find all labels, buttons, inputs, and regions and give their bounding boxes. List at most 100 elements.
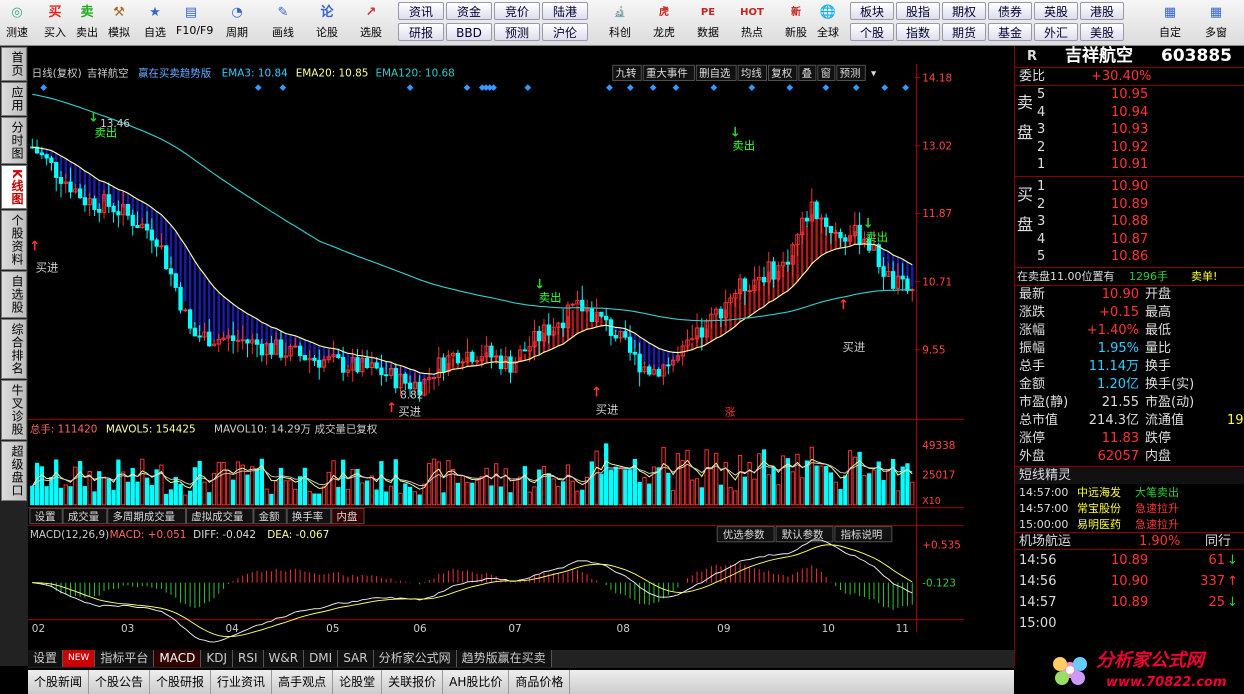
toolbar-grid-button[interactable]: 股指 [896, 2, 940, 20]
toolbar-grid-button[interactable]: 港股 [1080, 2, 1124, 20]
toolbar-grid-button[interactable]: 资讯 [398, 2, 444, 20]
toolbar-mid-button[interactable]: HOT 热点 [732, 2, 772, 44]
buy-icon: 买 [48, 5, 62, 20]
left-tab[interactable]: 分时图 [1, 117, 27, 164]
toolbar-grid-button[interactable]: 美股 [1080, 23, 1124, 41]
toolbar-discuss-button[interactable]: 论论股 [312, 2, 342, 44]
left-tab[interactable]: 自选股 [1, 271, 27, 319]
toolbar-star-button[interactable]: ★ 自选 [140, 2, 170, 44]
news-tab[interactable]: 高手观点 [272, 670, 334, 694]
toolbar-mid-button[interactable]: 🔬 科创 [600, 2, 640, 44]
toolbar-grid-button[interactable]: 期货 [942, 23, 986, 41]
volume-bar [54, 459, 59, 506]
indicator-tab[interactable]: DMI [304, 650, 339, 667]
indicator-tab[interactable]: 指标平台 [95, 650, 155, 667]
toolbar-right-button[interactable]: ▦ 多窗 [1196, 2, 1236, 44]
news-tab[interactable]: 商品价格 [509, 670, 571, 694]
left-tab[interactable]: 应用 [1, 82, 27, 116]
toolbar-pencil-button[interactable]: ✎ 画线 [268, 2, 298, 44]
toolbar-right-button[interactable]: 🌐 全球 [808, 2, 848, 44]
volume-indicator-tab-label: 金额 [259, 510, 280, 523]
stat-label-2: 开盘 [1145, 287, 1172, 302]
indicator-tab[interactable]: 设置 [28, 650, 64, 667]
toolbar-grid-button[interactable]: 债券 [988, 2, 1032, 20]
indicator-tab[interactable]: KDJ [201, 650, 233, 667]
stat-value: 214.3亿 [1088, 413, 1139, 428]
toolbar-grid-button[interactable]: 基金 [988, 23, 1032, 41]
indicator-tab[interactable]: 分析家公式网 [373, 650, 457, 667]
toolbar-right-button[interactable]: ▦ 自定 [1150, 2, 1190, 44]
toolbar-grid-button[interactable]: 英股 [1034, 2, 1078, 20]
left-tab[interactable]: 首页 [1, 47, 27, 81]
indicator-tab[interactable]: SAR [338, 650, 374, 667]
toolbar-grid-button[interactable]: 个股 [850, 23, 894, 41]
volume-bar [82, 486, 88, 506]
toolbar-label: 自选 [144, 26, 166, 39]
left-tab[interactable]: 综合排名 [1, 319, 27, 380]
volume-bar [580, 489, 585, 506]
candle-body [785, 261, 791, 265]
toolbar-mid-button[interactable]: PE 数据 [688, 2, 728, 44]
toolbar-hammer-button[interactable]: ⚒ 模拟 [104, 2, 134, 44]
toolbar-grid-button[interactable]: 陆港 [542, 2, 588, 20]
news-tab[interactable]: 关联报价 [382, 670, 444, 694]
bid-price: 10.89 [1111, 196, 1149, 212]
toolbar-grid-button[interactable]: 外汇 [1034, 23, 1078, 41]
left-tab[interactable]: 超级盘口 [1, 441, 27, 502]
indicator-tab[interactable]: W&R [263, 650, 305, 667]
candle-body [269, 343, 274, 355]
macd-param-label: 优选参数 [723, 528, 765, 541]
news-tab[interactable]: 个股研报 [150, 670, 212, 694]
toolbar-label: 周期 [226, 26, 248, 39]
candle-body [106, 194, 111, 207]
kline-chart[interactable]: 日线(复权) 吉祥航空 赢在买卖趋势版 EMA3: 10.84 EMA20: 10.85… [28, 46, 964, 656]
news-tab[interactable]: 个股公告 [89, 670, 151, 694]
toolbar-grid-button[interactable]: 预测 [494, 23, 540, 41]
news-tab[interactable]: 行业资讯 [211, 670, 273, 694]
toolbar-grid-button[interactable]: BBD [446, 23, 492, 41]
short-sprite-title: 短线精灵 [1019, 468, 1072, 483]
candle-body [168, 268, 174, 275]
toolbar-chart-select-button[interactable]: ↗ 选股 [356, 2, 386, 44]
volume-bar [379, 461, 384, 506]
news-tab[interactable]: 个股新闻 [28, 670, 90, 694]
bid-level: 2 [1037, 196, 1046, 212]
volume-unit-label: X10 [922, 496, 941, 507]
stat-value: 10.90 [1101, 287, 1139, 302]
toolbar-sell-button[interactable]: 卖卖出 [72, 2, 102, 44]
candle-body [604, 315, 609, 321]
indicator-tab[interactable]: 趋势版赢在买卖 [456, 650, 552, 667]
indicator-tab[interactable]: MACD [154, 650, 202, 667]
left-tab[interactable]: K线图 [1, 165, 27, 210]
toolbar-clock-button[interactable]: ◔ 周期 [222, 2, 252, 44]
tick-volume: 61 [1208, 553, 1225, 568]
news-tab[interactable]: AH股比价 [443, 670, 510, 694]
toolbar-grid-button[interactable]: 指数 [896, 23, 940, 41]
toolbar-gauge-button[interactable]: ◎ 测速 [2, 2, 32, 44]
toolbar-f10-button[interactable]: ▤ F10/F9 [176, 2, 213, 44]
candle-body [336, 354, 341, 358]
left-tab[interactable]: 个股资料 [1, 210, 27, 271]
bid-price: 10.90 [1111, 179, 1149, 194]
candle-body [317, 359, 322, 368]
candle-body [647, 366, 652, 375]
candle-body [474, 360, 480, 363]
toolbar-mid-button[interactable]: 虎龙虎 [644, 2, 684, 44]
stat-label-2: 内盘 [1145, 449, 1172, 464]
toolbar-grid-button[interactable]: 资金 [446, 2, 492, 20]
news-tab[interactable]: 论股堂 [333, 670, 383, 694]
toolbar-grid-button[interactable]: 板块 [850, 2, 894, 20]
toolbar-grid-button[interactable]: 期权 [942, 2, 986, 20]
indicator-tab[interactable]: RSI [233, 650, 264, 667]
candle-body [44, 154, 49, 159]
toolbar-grid-button[interactable]: 沪伦 [542, 23, 588, 41]
toolbar-grid-button[interactable]: 研报 [398, 23, 444, 41]
toolbar-buy-button[interactable]: 买买入 [40, 2, 70, 44]
indicator-tab[interactable]: NEW [63, 650, 96, 667]
volume-bar [666, 472, 671, 506]
candle-body [68, 181, 73, 193]
chevron-down-icon[interactable]: ▾ [871, 68, 877, 80]
left-tab[interactable]: 牛叉诊股 [1, 380, 27, 441]
limit-up-marker: 涨 [725, 407, 736, 419]
toolbar-grid-button[interactable]: 竞价 [494, 2, 540, 20]
